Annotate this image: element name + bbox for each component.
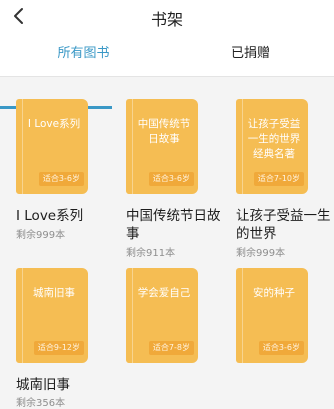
book-title: 让孩子受益一生的世界 [236,208,331,242]
age-badge: 适合7-8岁 [148,341,194,355]
book-title: 城南旧事 [16,377,70,393]
bookshelf-grid: I Love系列 适合3-6岁 I Love系列 剩余999本 中国传统节日故事… [0,77,334,409]
book-remaining: 剩余911本 [126,248,176,259]
age-badge: 适合3-6岁 [148,172,194,186]
book-cover[interactable]: 安的种子 适合3-6岁 [236,268,308,363]
cover-title: 中国传统节日故事 [137,118,191,145]
book-title: 中国传统节日故事 [126,208,221,242]
book-cover[interactable]: 让孩子受益一生的世界经典名著 适合7-10岁 [236,99,308,194]
age-badge: 适合7-10岁 [253,172,304,186]
book-remaining: 剩余999本 [16,230,66,241]
age-badge: 适合3-6岁 [38,172,84,186]
cover-title: I Love系列 [27,118,81,130]
book-cover[interactable]: 中国传统节日故事 适合3-6岁 [126,99,198,194]
age-badge: 适合3-6岁 [258,341,304,355]
book-cover[interactable]: I Love系列 适合3-6岁 [16,99,88,194]
cover-title: 学会爱自己 [137,287,191,299]
cover-title: 城南旧事 [33,287,75,299]
book-title: I Love系列 [16,208,84,224]
book-cover[interactable]: 学会爱自己 适合7-8岁 [126,268,198,363]
cover-title: 安的种子 [253,287,295,299]
page-title: 书架 [150,10,183,29]
age-badge: 适合9-12岁 [33,341,84,355]
top-bar: 书架 [0,0,334,34]
tab-all-books[interactable]: 所有图书 [0,34,167,76]
tab-donated[interactable]: 已捐赠 [167,34,334,76]
cover-title: 让孩子受益一生的世界经典名著 [247,118,301,160]
tab-bar: 所有图书 已捐赠 [0,34,334,109]
book-remaining: 剩余999本 [236,248,286,259]
book-cover[interactable]: 城南旧事 适合9-12岁 [16,268,88,363]
